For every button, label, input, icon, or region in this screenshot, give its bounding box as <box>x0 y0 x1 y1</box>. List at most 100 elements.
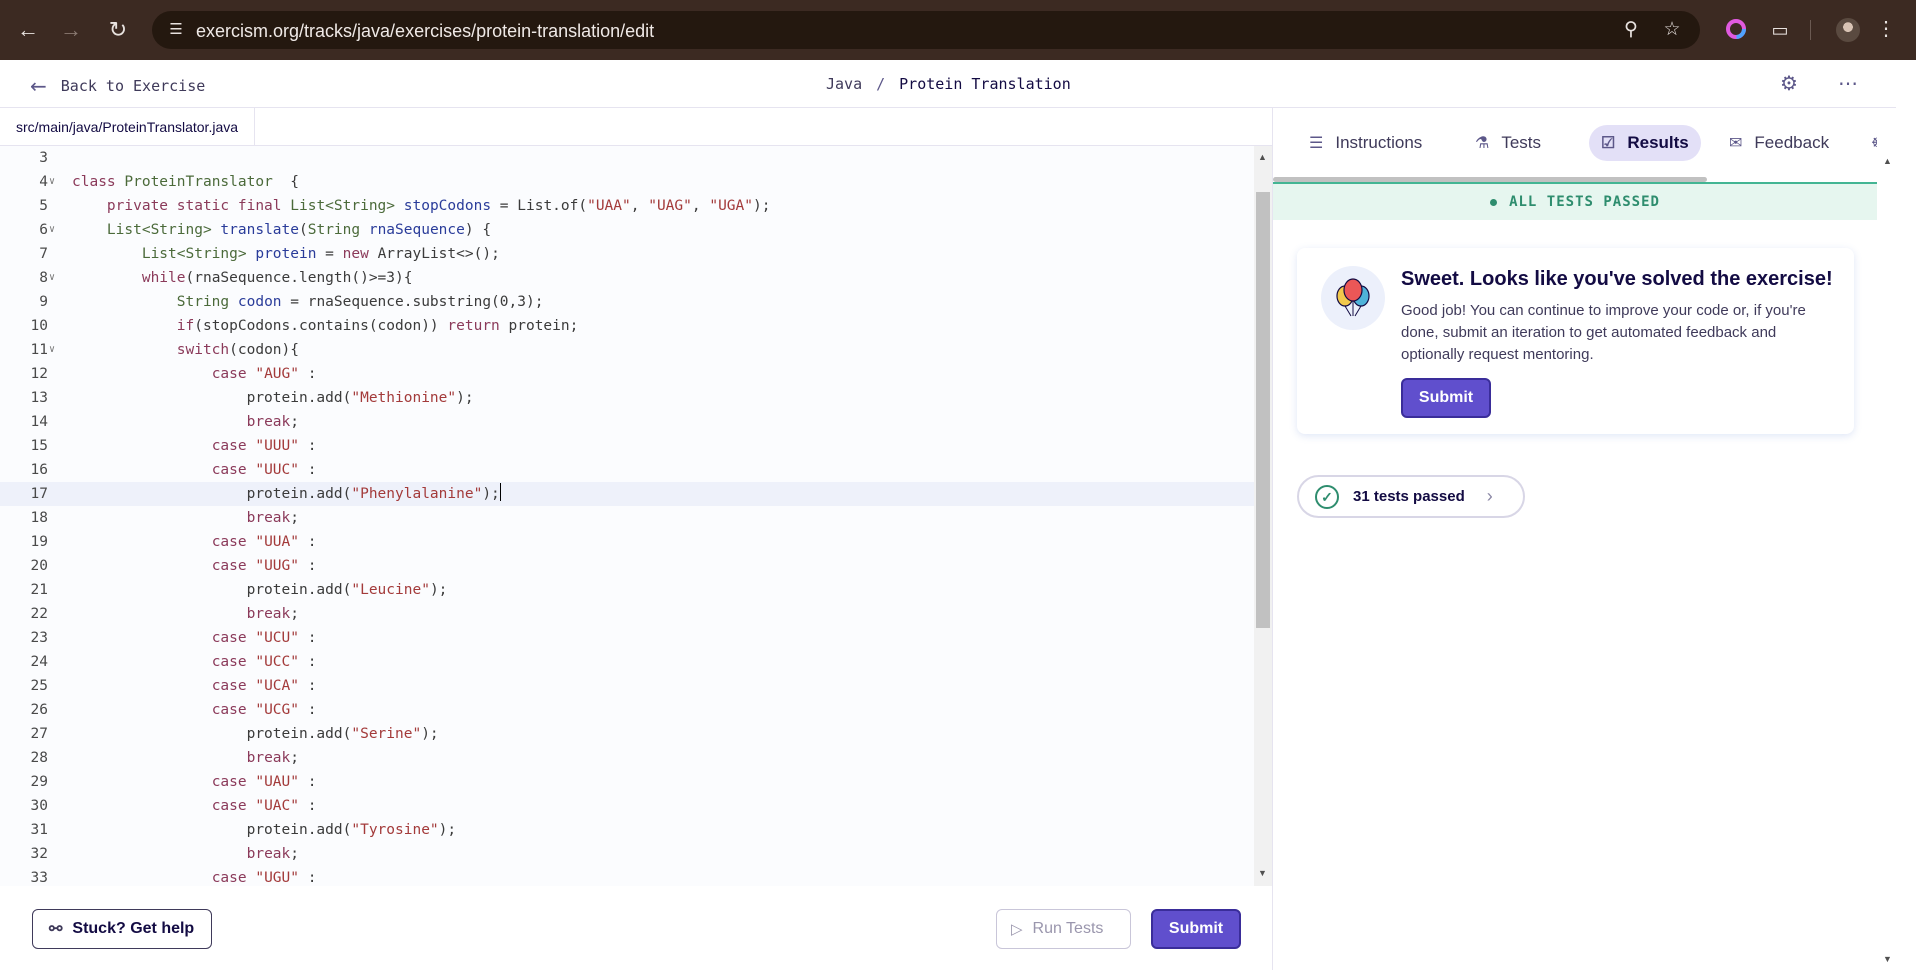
code-text[interactable]: while(rnaSequence.length()>=3){ <box>72 266 413 290</box>
code-text[interactable]: List<String> protein = new ArrayList<>()… <box>72 242 500 266</box>
code-line[interactable]: 16 case "UUC" : <box>0 458 1254 482</box>
code-line[interactable]: 25 case "UCA" : <box>0 674 1254 698</box>
back-icon[interactable]: ← <box>12 14 44 46</box>
fold-chevron-icon[interactable]: ∨ <box>49 170 55 194</box>
code-text[interactable]: protein.add("Tyrosine"); <box>72 818 457 842</box>
code-text[interactable]: case "UUG" : <box>72 554 317 578</box>
profile-avatar[interactable] <box>1836 18 1860 42</box>
code-text[interactable]: break; <box>72 506 299 530</box>
url-text[interactable]: exercism.org/tracks/java/exercises/prote… <box>196 21 654 42</box>
code-text[interactable]: break; <box>72 842 299 866</box>
code-line[interactable]: 28 break; <box>0 746 1254 770</box>
run-tests-button[interactable]: ▷ Run Tests <box>996 909 1131 949</box>
site-settings-icon[interactable]: ☰ <box>166 20 186 40</box>
bookmark-star-icon[interactable]: ☆ <box>1661 19 1683 41</box>
file-tab[interactable]: src/main/java/ProteinTranslator.java <box>0 108 256 146</box>
page-scrollbar[interactable]: ▲ ▼ <box>1877 108 1896 970</box>
code-line[interactable]: 7 List<String> protein = new ArrayList<>… <box>0 242 1254 266</box>
code-text[interactable]: case "UCC" : <box>72 650 317 674</box>
forward-icon[interactable]: → <box>55 14 87 46</box>
code-line[interactable]: 30 case "UAC" : <box>0 794 1254 818</box>
code-text[interactable]: break; <box>72 602 299 626</box>
scroll-down-icon[interactable]: ▼ <box>1258 868 1267 878</box>
code-line[interactable]: 21 protein.add("Leucine"); <box>0 578 1254 602</box>
code-text[interactable]: List<String> translate(String rnaSequenc… <box>72 218 491 242</box>
code-line[interactable]: 9 String codon = rnaSequence.substring(0… <box>0 290 1254 314</box>
tab-feedback[interactable]: ✉ Feedback <box>1717 125 1841 161</box>
code-line[interactable]: 15 case "UUU" : <box>0 434 1254 458</box>
code-line[interactable]: 4 ∨ class ProteinTranslator { <box>0 170 1254 194</box>
menu-dots-icon[interactable]: ⋮ <box>1876 16 1896 41</box>
extensions-puzzle-icon[interactable]: ▭ <box>1768 18 1792 42</box>
code-line[interactable]: 24 case "UCC" : <box>0 650 1254 674</box>
code-text[interactable]: case "UUC" : <box>72 458 317 482</box>
address-bar[interactable]: ☰ exercism.org/tracks/java/exercises/pro… <box>152 11 1700 49</box>
code-text[interactable]: class ProteinTranslator { <box>72 170 299 194</box>
code-text[interactable]: break; <box>72 410 299 434</box>
tests-passed-pill[interactable]: ✓ 31 tests passed › <box>1297 475 1525 518</box>
code-text[interactable]: protein.add("Leucine"); <box>72 578 448 602</box>
code-text[interactable]: protein.add("Phenylalanine"); <box>72 482 501 506</box>
more-tabs-icon[interactable]: ☸ <box>1859 125 1877 161</box>
code-text[interactable]: protein.add("Methionine"); <box>72 386 474 410</box>
card-submit-button[interactable]: Submit <box>1401 378 1491 418</box>
submit-button[interactable]: Submit <box>1151 909 1241 949</box>
code-line[interactable]: 33 case "UGU" : <box>0 866 1254 886</box>
tab-results[interactable]: ☑ Results <box>1589 125 1701 161</box>
code-line[interactable]: 8 ∨ while(rnaSequence.length()>=3){ <box>0 266 1254 290</box>
code-editor[interactable]: ; 34∨class ProteinTranslator {5 private … <box>0 146 1254 886</box>
code-line[interactable]: 31 protein.add("Tyrosine"); <box>0 818 1254 842</box>
reload-icon[interactable]: ↻ <box>102 14 134 46</box>
code-text[interactable]: case "UAC" : <box>72 794 317 818</box>
code-line[interactable]: 13 protein.add("Methionine"); <box>0 386 1254 410</box>
code-text[interactable]: case "UCA" : <box>72 674 317 698</box>
code-text[interactable]: case "UGU" : <box>72 866 317 886</box>
code-line[interactable]: 27 protein.add("Serine"); <box>0 722 1254 746</box>
zoom-icon[interactable]: ⚲ <box>1620 19 1642 41</box>
code-text[interactable]: switch(codon){ <box>72 338 299 362</box>
code-line[interactable]: 32 break; <box>0 842 1254 866</box>
code-line[interactable]: 29 case "UAU" : <box>0 770 1254 794</box>
code-text[interactable]: protein.add("Serine"); <box>72 722 439 746</box>
tab-instructions[interactable]: ☰ Instructions <box>1297 125 1434 161</box>
extension-color-icon[interactable] <box>1724 18 1748 42</box>
code-text[interactable]: case "UCG" : <box>72 698 317 722</box>
back-to-exercise-link[interactable]: ← Back to Exercise <box>30 74 205 98</box>
fold-chevron-icon[interactable]: ∨ <box>49 338 55 362</box>
code-line[interactable]: 14 break; <box>0 410 1254 434</box>
code-line[interactable]: 6 ∨ List<String> translate(String rnaSequ… <box>0 218 1254 242</box>
code-line[interactable]: 17 protein.add("Phenylalanine"); <box>0 482 1254 506</box>
editor-scrollbar[interactable]: ▲ ▼ <box>1254 146 1272 886</box>
code-text[interactable]: if(stopCodons.contains(codon)) return pr… <box>72 314 579 338</box>
code-text[interactable]: private static final List<String> stopCo… <box>72 194 771 218</box>
code-line[interactable]: 22 break; <box>0 602 1254 626</box>
fold-chevron-icon[interactable]: ∨ <box>49 218 55 242</box>
code-line[interactable]: 20 case "UUG" : <box>0 554 1254 578</box>
more-options-icon[interactable]: ⋯ <box>1836 72 1860 96</box>
code-line[interactable]: 5 private static final List<String> stop… <box>0 194 1254 218</box>
code-text[interactable]: String codon = rnaSequence.substring(0,3… <box>72 290 544 314</box>
code-text[interactable]: case "UUU" : <box>72 434 317 458</box>
breadcrumb-track[interactable]: Java <box>826 75 862 93</box>
page-scroll-up-icon[interactable]: ▲ <box>1883 156 1892 166</box>
code-line[interactable]: 18 break; <box>0 506 1254 530</box>
scroll-up-icon[interactable]: ▲ <box>1258 152 1267 162</box>
code-line[interactable]: 3 <box>0 146 1254 170</box>
code-line[interactable]: 26 case "UCG" : <box>0 698 1254 722</box>
code-text[interactable]: case "UAU" : <box>72 770 317 794</box>
code-line[interactable]: 11 ∨ switch(codon){ <box>0 338 1254 362</box>
code-line[interactable]: 19 case "UUA" : <box>0 530 1254 554</box>
get-help-button[interactable]: ⚯ Stuck? Get help <box>32 909 212 949</box>
editor-scrollbar-thumb[interactable] <box>1256 192 1270 628</box>
code-line[interactable]: 10 if(stopCodons.contains(codon)) return… <box>0 314 1254 338</box>
code-line[interactable]: 23 case "UCU" : <box>0 626 1254 650</box>
fold-chevron-icon[interactable]: ∨ <box>49 266 55 290</box>
tab-tests[interactable]: ⚗ Tests <box>1463 125 1553 161</box>
code-line[interactable]: 12 case "AUG" : <box>0 362 1254 386</box>
code-text[interactable]: case "UUA" : <box>72 530 317 554</box>
gear-icon[interactable]: ⚙ <box>1777 72 1801 96</box>
code-text[interactable]: case "AUG" : <box>72 362 317 386</box>
code-text[interactable]: case "UCU" : <box>72 626 317 650</box>
code-text[interactable]: break; <box>72 746 299 770</box>
page-scroll-down-icon[interactable]: ▼ <box>1883 954 1892 964</box>
